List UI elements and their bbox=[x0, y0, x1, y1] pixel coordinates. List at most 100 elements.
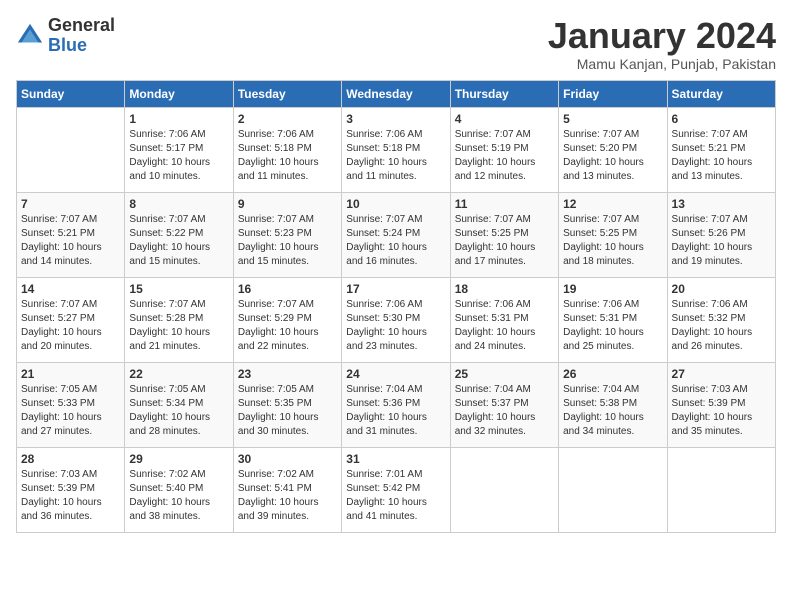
day-info: Sunrise: 7:04 AMSunset: 5:36 PMDaylight:… bbox=[346, 383, 445, 439]
day-cell: 29 Sunrise: 7:02 AMSunset: 5:40 PMDayligh… bbox=[125, 447, 233, 532]
day-number: 12 bbox=[563, 197, 662, 211]
day-number: 20 bbox=[672, 282, 771, 296]
day-cell: 26Sunrise: 7:04 AMSunset: 5:38 PMDayligh… bbox=[559, 362, 667, 447]
day-info: Sunrise: 7:06 AMSunset: 5:17 PMDaylight:… bbox=[129, 128, 228, 184]
day-info: Sunrise: 7:07 AMSunset: 5:21 PMDaylight:… bbox=[21, 213, 120, 269]
day-info: Sunrise: 7:07 AMSunset: 5:23 PMDaylight:… bbox=[238, 213, 337, 269]
day-number: 29 bbox=[129, 452, 228, 466]
day-cell bbox=[667, 447, 775, 532]
day-cell: 21 Sunrise: 7:05 AMSunset: 5:33 PMDayligh… bbox=[17, 362, 125, 447]
day-info: Sunrise: 7:01 AMSunset: 5:42 PMDaylight:… bbox=[346, 468, 445, 524]
day-info: Sunrise: 7:05 AMSunset: 5:35 PMDaylight:… bbox=[238, 383, 337, 439]
day-number: 2 bbox=[238, 112, 337, 126]
page-header: General Blue January 2024 Mamu Kanjan, P… bbox=[16, 16, 776, 72]
day-info: Sunrise: 7:05 AMSunset: 5:34 PMDaylight:… bbox=[129, 383, 228, 439]
day-cell: 14 Sunrise: 7:07 AMSunset: 5:27 PMDayligh… bbox=[17, 277, 125, 362]
title-block: January 2024 Mamu Kanjan, Punjab, Pakist… bbox=[548, 16, 776, 72]
day-info: Sunrise: 7:07 AMSunset: 5:28 PMDaylight:… bbox=[129, 298, 228, 354]
day-info: Sunrise: 7:07 AMSunset: 5:24 PMDaylight:… bbox=[346, 213, 445, 269]
day-info: Sunrise: 7:07 AMSunset: 5:25 PMDaylight:… bbox=[455, 213, 554, 269]
week-row-4: 21 Sunrise: 7:05 AMSunset: 5:33 PMDayligh… bbox=[17, 362, 776, 447]
day-cell: 5 Sunrise: 7:07 AMSunset: 5:20 PMDaylight… bbox=[559, 107, 667, 192]
day-number: 9 bbox=[238, 197, 337, 211]
day-cell: 9 Sunrise: 7:07 AMSunset: 5:23 PMDaylight… bbox=[233, 192, 341, 277]
logo-icon bbox=[16, 22, 44, 50]
day-number: 19 bbox=[563, 282, 662, 296]
day-cell: 23 Sunrise: 7:05 AMSunset: 5:35 PMDayligh… bbox=[233, 362, 341, 447]
week-row-5: 28 Sunrise: 7:03 AMSunset: 5:39 PMDayligh… bbox=[17, 447, 776, 532]
logo-text: General Blue bbox=[48, 16, 115, 56]
day-number: 21 bbox=[21, 367, 120, 381]
day-info: Sunrise: 7:07 AMSunset: 5:27 PMDaylight:… bbox=[21, 298, 120, 354]
day-number: 3 bbox=[346, 112, 445, 126]
day-number: 13 bbox=[672, 197, 771, 211]
day-number: 14 bbox=[21, 282, 120, 296]
day-cell: 3 Sunrise: 7:06 AMSunset: 5:18 PMDaylight… bbox=[342, 107, 450, 192]
day-info: Sunrise: 7:07 AMSunset: 5:25 PMDaylight:… bbox=[563, 213, 662, 269]
day-info: Sunrise: 7:05 AMSunset: 5:33 PMDaylight:… bbox=[21, 383, 120, 439]
day-cell: 17Sunrise: 7:06 AMSunset: 5:30 PMDayligh… bbox=[342, 277, 450, 362]
weekday-header-saturday: Saturday bbox=[667, 80, 775, 107]
day-info: Sunrise: 7:03 AMSunset: 5:39 PMDaylight:… bbox=[672, 383, 771, 439]
logo: General Blue bbox=[16, 16, 115, 56]
weekday-header-wednesday: Wednesday bbox=[342, 80, 450, 107]
day-info: Sunrise: 7:06 AMSunset: 5:31 PMDaylight:… bbox=[455, 298, 554, 354]
calendar-table: SundayMondayTuesdayWednesdayThursdayFrid… bbox=[16, 80, 776, 533]
day-info: Sunrise: 7:06 AMSunset: 5:31 PMDaylight:… bbox=[563, 298, 662, 354]
day-cell: 27 Sunrise: 7:03 AMSunset: 5:39 PMDayligh… bbox=[667, 362, 775, 447]
week-row-3: 14 Sunrise: 7:07 AMSunset: 5:27 PMDayligh… bbox=[17, 277, 776, 362]
day-cell: 1 Sunrise: 7:06 AMSunset: 5:17 PMDaylight… bbox=[125, 107, 233, 192]
day-cell: 19 Sunrise: 7:06 AMSunset: 5:31 PMDayligh… bbox=[559, 277, 667, 362]
day-info: Sunrise: 7:06 AMSunset: 5:18 PMDaylight:… bbox=[346, 128, 445, 184]
day-cell: 2 Sunrise: 7:06 AMSunset: 5:18 PMDaylight… bbox=[233, 107, 341, 192]
day-number: 25 bbox=[455, 367, 554, 381]
day-info: Sunrise: 7:07 AMSunset: 5:19 PMDaylight:… bbox=[455, 128, 554, 184]
weekday-header-monday: Monday bbox=[125, 80, 233, 107]
day-cell: 24 Sunrise: 7:04 AMSunset: 5:36 PMDayligh… bbox=[342, 362, 450, 447]
day-info: Sunrise: 7:06 AMSunset: 5:18 PMDaylight:… bbox=[238, 128, 337, 184]
day-number: 7 bbox=[21, 197, 120, 211]
day-cell: 18 Sunrise: 7:06 AMSunset: 5:31 PMDayligh… bbox=[450, 277, 558, 362]
day-number: 6 bbox=[672, 112, 771, 126]
day-info: Sunrise: 7:07 AMSunset: 5:29 PMDaylight:… bbox=[238, 298, 337, 354]
location: Mamu Kanjan, Punjab, Pakistan bbox=[548, 56, 776, 72]
month-title: January 2024 bbox=[548, 16, 776, 56]
day-number: 28 bbox=[21, 452, 120, 466]
day-number: 15 bbox=[129, 282, 228, 296]
day-cell: 30Sunrise: 7:02 AMSunset: 5:41 PMDayligh… bbox=[233, 447, 341, 532]
day-cell: 12 Sunrise: 7:07 AMSunset: 5:25 PMDayligh… bbox=[559, 192, 667, 277]
day-number: 24 bbox=[346, 367, 445, 381]
weekday-header-thursday: Thursday bbox=[450, 80, 558, 107]
day-cell: 16Sunrise: 7:07 AMSunset: 5:29 PMDayligh… bbox=[233, 277, 341, 362]
weekday-header-sunday: Sunday bbox=[17, 80, 125, 107]
day-info: Sunrise: 7:07 AMSunset: 5:22 PMDaylight:… bbox=[129, 213, 228, 269]
day-cell: 28 Sunrise: 7:03 AMSunset: 5:39 PMDayligh… bbox=[17, 447, 125, 532]
day-cell: 13Sunrise: 7:07 AMSunset: 5:26 PMDayligh… bbox=[667, 192, 775, 277]
day-info: Sunrise: 7:06 AMSunset: 5:32 PMDaylight:… bbox=[672, 298, 771, 354]
day-number: 27 bbox=[672, 367, 771, 381]
day-info: Sunrise: 7:02 AMSunset: 5:40 PMDaylight:… bbox=[129, 468, 228, 524]
day-number: 5 bbox=[563, 112, 662, 126]
day-cell: 15 Sunrise: 7:07 AMSunset: 5:28 PMDayligh… bbox=[125, 277, 233, 362]
day-number: 10 bbox=[346, 197, 445, 211]
day-cell: 4 Sunrise: 7:07 AMSunset: 5:19 PMDaylight… bbox=[450, 107, 558, 192]
day-number: 17 bbox=[346, 282, 445, 296]
day-number: 8 bbox=[129, 197, 228, 211]
day-cell: 7 Sunrise: 7:07 AMSunset: 5:21 PMDaylight… bbox=[17, 192, 125, 277]
day-info: Sunrise: 7:03 AMSunset: 5:39 PMDaylight:… bbox=[21, 468, 120, 524]
day-cell: 31Sunrise: 7:01 AMSunset: 5:42 PMDayligh… bbox=[342, 447, 450, 532]
logo-blue: Blue bbox=[48, 36, 115, 56]
day-number: 23 bbox=[238, 367, 337, 381]
day-cell: 8 Sunrise: 7:07 AMSunset: 5:22 PMDaylight… bbox=[125, 192, 233, 277]
day-cell: 10 Sunrise: 7:07 AMSunset: 5:24 PMDayligh… bbox=[342, 192, 450, 277]
logo-general: General bbox=[48, 16, 115, 36]
weekday-header-friday: Friday bbox=[559, 80, 667, 107]
weekday-header-row: SundayMondayTuesdayWednesdayThursdayFrid… bbox=[17, 80, 776, 107]
week-row-1: 1 Sunrise: 7:06 AMSunset: 5:17 PMDaylight… bbox=[17, 107, 776, 192]
day-number: 18 bbox=[455, 282, 554, 296]
day-number: 1 bbox=[129, 112, 228, 126]
day-info: Sunrise: 7:02 AMSunset: 5:41 PMDaylight:… bbox=[238, 468, 337, 524]
day-number: 4 bbox=[455, 112, 554, 126]
day-number: 22 bbox=[129, 367, 228, 381]
day-info: Sunrise: 7:07 AMSunset: 5:20 PMDaylight:… bbox=[563, 128, 662, 184]
